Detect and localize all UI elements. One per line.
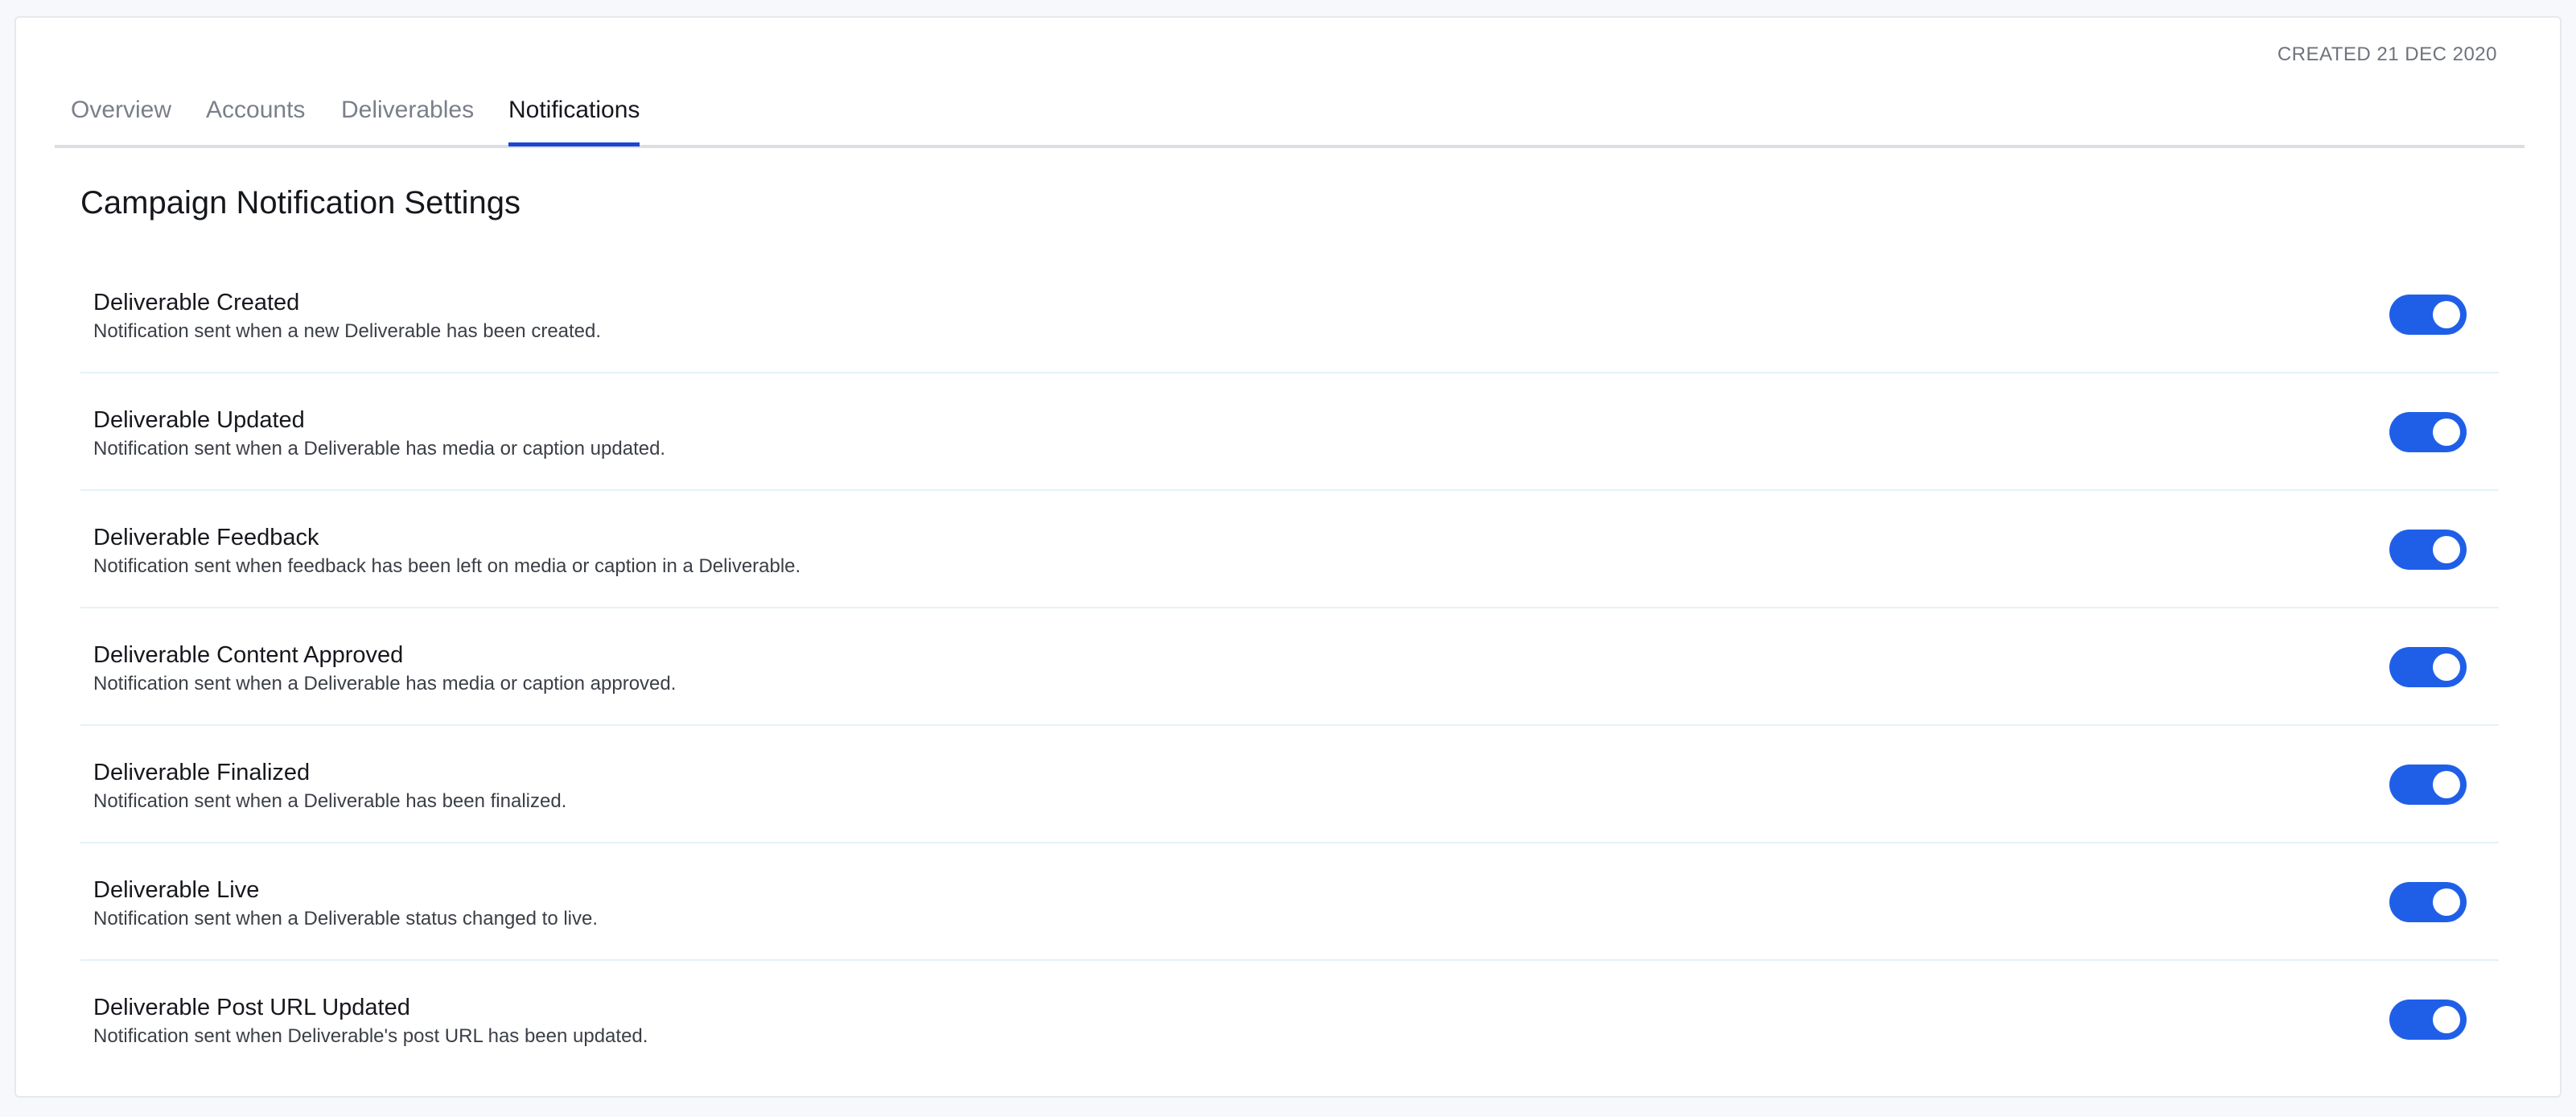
notification-toggle[interactable] [2389,647,2467,687]
tab-overview[interactable]: Overview [71,97,171,146]
notification-toggle[interactable] [2389,412,2467,452]
notification-description: Notification sent when Deliverable's pos… [93,1025,648,1047]
list-item: Deliverable Finalized Notification sent … [80,726,2499,843]
notification-description: Notification sent when a Deliverable has… [93,673,677,695]
notification-title: Deliverable Updated [93,407,305,433]
notification-toggle[interactable] [2389,882,2467,922]
page-title: Campaign Notification Settings [80,185,521,221]
notification-toggle[interactable] [2389,530,2467,570]
notification-title: Deliverable Created [93,290,300,315]
notification-toggle[interactable] [2389,1000,2467,1040]
notification-description: Notification sent when a Deliverable has… [93,790,567,812]
list-item: Deliverable Live Notification sent when … [80,843,2499,961]
list-item: Deliverable Updated Notification sent wh… [80,373,2499,491]
notification-description: Notification sent when a Deliverable has… [93,438,666,460]
notification-title: Deliverable Live [93,877,260,903]
created-date: CREATED 21 DEC 2020 [2277,43,2497,65]
toggle-knob [2433,536,2460,563]
notification-description: Notification sent when a Deliverable sta… [93,908,599,929]
tab-notifications[interactable]: Notifications [508,97,640,146]
notification-description: Notification sent when feedback has been… [93,555,801,577]
notification-settings-list: Deliverable Created Notification sent wh… [80,256,2499,1078]
notification-toggle[interactable] [2389,765,2467,805]
list-item: Deliverable Created Notification sent wh… [80,256,2499,373]
notification-title: Deliverable Content Approved [93,642,404,668]
toggle-knob [2433,771,2460,798]
notification-title: Deliverable Feedback [93,525,319,550]
list-item: Deliverable Post URL Updated Notificatio… [80,961,2499,1078]
list-item: Deliverable Feedback Notification sent w… [80,491,2499,608]
toggle-knob [2433,1006,2460,1033]
notification-title: Deliverable Finalized [93,760,311,785]
toggle-knob [2433,653,2460,681]
tab-accounts[interactable]: Accounts [206,97,305,146]
notification-toggle[interactable] [2389,295,2467,335]
tab-bar: Overview Accounts Deliverables Notificat… [55,68,2525,148]
toggle-knob [2433,301,2460,328]
toggle-knob [2433,888,2460,916]
notification-description: Notification sent when a new Deliverable… [93,320,602,342]
campaign-card: CREATED 21 DEC 2020 Overview Accounts De… [14,16,2562,1098]
notification-title: Deliverable Post URL Updated [93,995,410,1020]
toggle-knob [2433,418,2460,446]
list-item: Deliverable Content Approved Notificatio… [80,608,2499,726]
tab-deliverables[interactable]: Deliverables [341,97,474,146]
